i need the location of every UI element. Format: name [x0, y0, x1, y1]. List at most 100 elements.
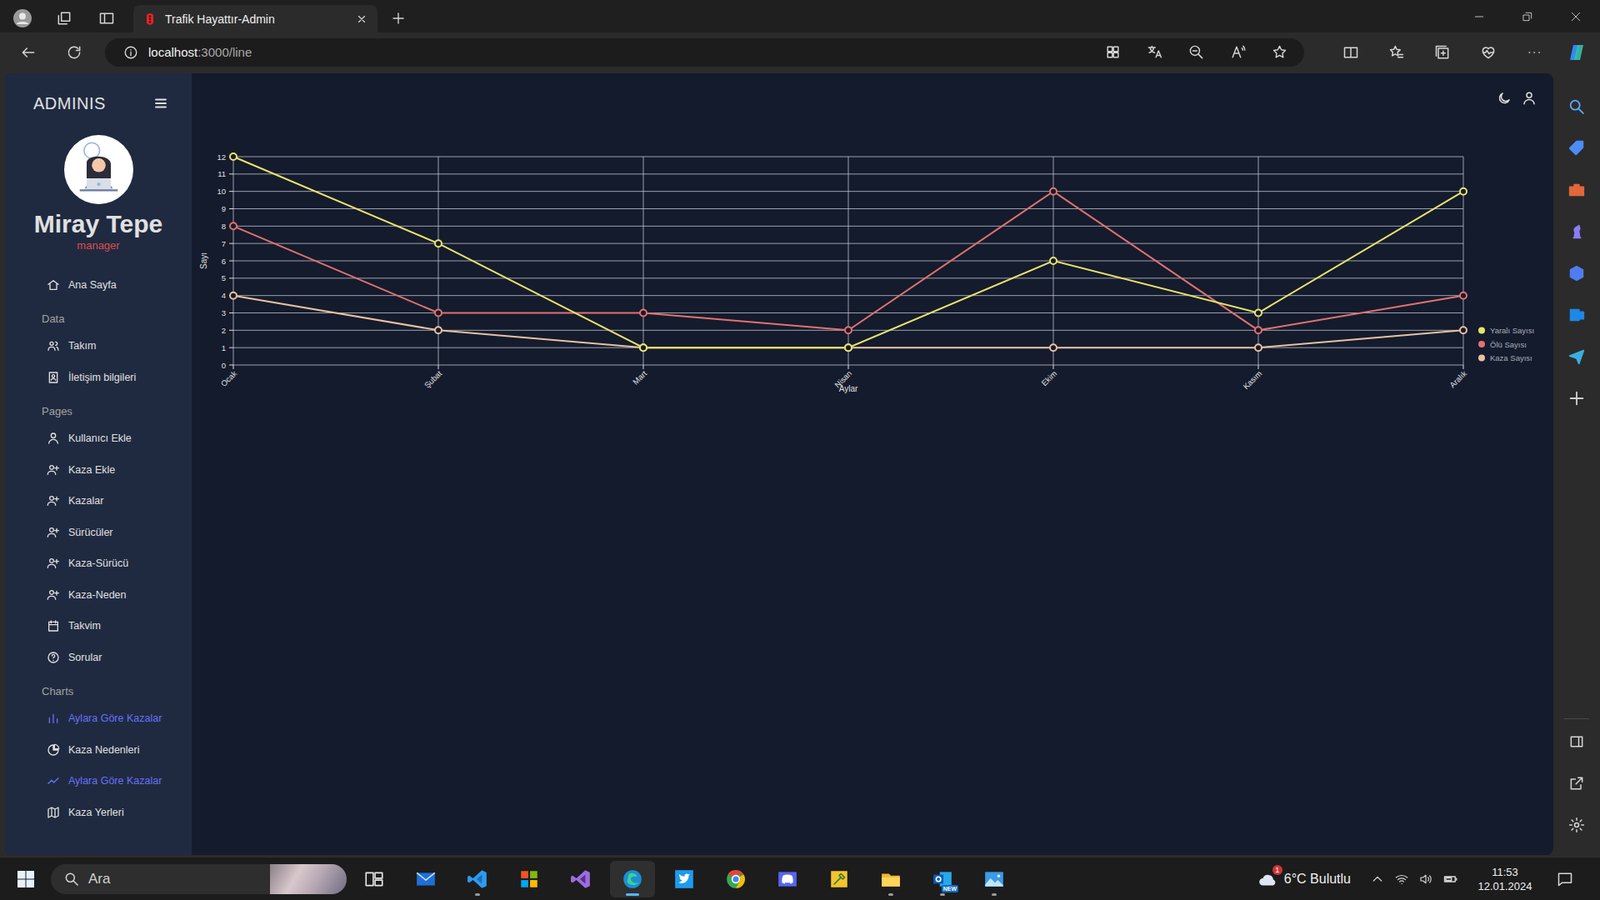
legend-item[interactable]: Kaza Sayısı — [1478, 353, 1533, 363]
data-point[interactable] — [1460, 292, 1467, 300]
taskbar-app[interactable] — [971, 860, 1017, 898]
new-tab-button[interactable] — [387, 4, 410, 33]
back-button[interactable] — [15, 39, 42, 66]
rail-button[interactable] — [1563, 335, 1590, 378]
taskbar-app[interactable] — [403, 860, 449, 898]
sidebar-item[interactable]: Aylara Göre Kazalar — [5, 703, 192, 735]
taskbar-app[interactable] — [506, 860, 552, 898]
close-window-button[interactable] — [1551, 0, 1600, 33]
taskbar-search[interactable]: Ara — [50, 864, 347, 895]
sidebar-item[interactable]: Kaza-Neden — [5, 579, 192, 611]
data-point[interactable] — [435, 310, 442, 317]
sidebar-item[interactable]: Kaza Ekle — [5, 454, 192, 486]
rail-button[interactable] — [1563, 127, 1590, 170]
sidebar-item[interactable]: Takvim — [5, 610, 192, 643]
address-field-button[interactable] — [1265, 40, 1293, 65]
rail-button[interactable] — [1563, 804, 1590, 846]
taskbar-app[interactable] — [868, 860, 914, 898]
rail-button[interactable] — [1563, 210, 1590, 253]
data-point[interactable] — [640, 344, 647, 351]
notifications-button[interactable] — [1548, 862, 1582, 896]
start-button[interactable] — [10, 862, 42, 896]
data-point[interactable] — [230, 222, 237, 230]
tab-actions-button[interactable] — [95, 4, 118, 33]
data-point[interactable] — [1050, 257, 1057, 265]
toolbar-button[interactable] — [1428, 38, 1457, 67]
taskbar-app[interactable] — [455, 860, 500, 898]
copilot-button[interactable] — [1565, 38, 1589, 67]
profile-icon[interactable] — [11, 4, 34, 33]
data-point[interactable] — [435, 240, 442, 247]
sidebar-item[interactable]: Kaza-Sürücü — [5, 548, 192, 580]
restore-button[interactable] — [1503, 0, 1552, 33]
data-point[interactable] — [435, 326, 442, 334]
sidebar-item[interactable]: Aylara Göre Kazalar — [5, 765, 192, 798]
address-field-button[interactable] — [1099, 40, 1126, 65]
x-tick-label: Şubat — [422, 368, 445, 390]
address-field-button[interactable] — [1224, 40, 1251, 65]
data-point[interactable] — [845, 326, 852, 334]
wifi-icon[interactable] — [1395, 872, 1409, 886]
rail-button[interactable] — [1563, 169, 1590, 211]
data-point[interactable] — [845, 344, 852, 351]
sidebar-item[interactable]: Kazalar — [5, 485, 192, 518]
toolbar-button[interactable] — [1520, 38, 1549, 67]
taskbar-app[interactable] — [661, 860, 707, 898]
data-point[interactable] — [1050, 188, 1057, 195]
taskbar-app[interactable] — [351, 860, 397, 898]
data-point[interactable] — [230, 292, 237, 300]
address-field[interactable]: localhost:3000/line — [105, 38, 1305, 67]
user-profile-icon[interactable] — [1521, 90, 1537, 106]
dark-mode-moon-icon[interactable] — [1496, 90, 1512, 106]
browser-tab[interactable]: Trafik Hayattır-Admin — [133, 5, 378, 33]
data-point[interactable] — [230, 153, 237, 160]
rail-button[interactable] — [1563, 85, 1590, 128]
volume-icon[interactable] — [1419, 872, 1433, 886]
taskbar-app[interactable] — [610, 860, 655, 898]
sidebar-item[interactable]: Kaza Yerleri — [5, 796, 192, 829]
toolbar-button[interactable] — [1336, 38, 1365, 67]
data-point[interactable] — [1050, 344, 1057, 351]
clock[interactable]: 11:5312.01.2024 — [1466, 865, 1544, 894]
sidebar-item[interactable]: Sürücüler — [5, 516, 192, 549]
chevron-up-icon[interactable] — [1370, 872, 1385, 886]
rail-button[interactable] — [1563, 720, 1590, 763]
data-point[interactable] — [1255, 310, 1262, 317]
site-info-icon[interactable] — [123, 45, 139, 60]
sidebar-item[interactable]: Ana Sayfa — [5, 269, 192, 301]
data-point[interactable] — [1460, 326, 1467, 334]
taskbar-app[interactable] — [558, 860, 604, 898]
rail-button[interactable] — [1563, 377, 1590, 420]
sidebar-item[interactable]: Kullanıcı Ekle — [5, 423, 192, 455]
address-field-button[interactable] — [1140, 40, 1168, 65]
address-field-button[interactable] — [1182, 40, 1210, 65]
close-tab-icon[interactable] — [355, 13, 368, 25]
rail-button[interactable] — [1563, 762, 1590, 805]
legend-item[interactable]: Ölü Sayısı — [1478, 340, 1527, 350]
sidebar-item[interactable]: Kaza Nedenleri — [5, 734, 192, 766]
data-point[interactable] — [1255, 344, 1262, 351]
minimize-button[interactable] — [1455, 0, 1504, 33]
weather-widget[interactable]: 16°C Bulutlu — [1257, 868, 1351, 890]
battery-icon[interactable] — [1443, 871, 1459, 887]
refresh-button[interactable] — [60, 39, 88, 66]
sidebar-item[interactable]: İletişim bilgileri — [5, 361, 192, 394]
workspaces-button[interactable] — [53, 4, 75, 33]
taskbar-app[interactable] — [816, 860, 862, 898]
taskbar-app[interactable] — [713, 860, 759, 898]
toolbar-button[interactable] — [1382, 38, 1411, 67]
toolbar-button[interactable] — [1474, 38, 1503, 67]
hamburger-menu-icon[interactable] — [153, 95, 169, 111]
data-point[interactable] — [1255, 326, 1262, 334]
data-point[interactable] — [640, 344, 647, 351]
rail-button[interactable] — [1563, 252, 1590, 295]
data-point[interactable] — [640, 310, 647, 317]
data-point[interactable] — [845, 344, 852, 351]
sidebar-item[interactable]: Sorular — [5, 641, 192, 674]
legend-item[interactable]: Yaralı Sayısı — [1478, 325, 1535, 335]
data-point[interactable] — [1460, 188, 1467, 195]
sidebar-item[interactable]: Takım — [5, 330, 192, 363]
rail-button[interactable] — [1563, 294, 1590, 336]
taskbar-app[interactable]: NEW — [920, 860, 965, 898]
taskbar-app[interactable] — [765, 860, 810, 898]
